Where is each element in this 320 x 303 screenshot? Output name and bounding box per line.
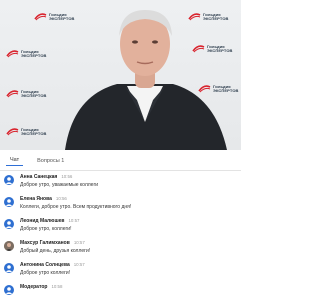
- message-text: Доброе утро коллеги!: [20, 270, 71, 276]
- chat-tabs: Чат Вопросы 1: [0, 151, 241, 171]
- message-text: Коллеги, доброе утро. Всем продуктивного…: [20, 204, 132, 210]
- message-text: Доброе утро, коллеги!: [20, 226, 72, 232]
- user-icon: [4, 285, 14, 295]
- message-time: 10:57: [68, 218, 80, 223]
- logo-mark-icon: [34, 13, 47, 21]
- chat-message: Анна Санецкая 10:56 Доброе утро, уважаемы…: [4, 173, 238, 193]
- chat-feed[interactable]: Анна Санецкая 10:56 Доброе утро, уважаемы…: [0, 173, 241, 302]
- message-author: Елена Янова 10:56: [20, 196, 67, 202]
- message-time: 10:57: [73, 262, 85, 267]
- user-icon: [4, 197, 14, 207]
- brand-logo: Гильдия ЭКСПЕРТОВ: [6, 127, 47, 137]
- message-author: Антонина Солнцева 10:57: [20, 262, 85, 268]
- chat-message: Махсур Галимханов 10:57 Добрый день, друз…: [4, 239, 238, 259]
- message-time: 10:56: [55, 196, 67, 201]
- brand-logo: Гильдия ЭКСПЕРТОВ: [6, 89, 47, 99]
- user-photo-avatar: [4, 241, 14, 251]
- user-icon: [4, 219, 14, 229]
- logo-mark-icon: [6, 128, 19, 136]
- tab-questions[interactable]: Вопросы 1: [33, 156, 68, 166]
- message-author: Леонид Малюшев 10:57: [20, 218, 80, 224]
- chat-message: Елена Янова 10:56 Коллеги, доброе утро. В…: [4, 195, 238, 215]
- logo-mark-icon: [6, 90, 19, 98]
- message-author: Махсур Галимханов 10:57: [20, 240, 85, 246]
- message-text: Добрый день, друзья коллеги!: [20, 248, 91, 254]
- chat-message: Антонина Солнцева 10:57 Доброе утро колле…: [4, 261, 238, 281]
- chat-message: Модератор 10:58: [4, 283, 238, 303]
- chat-message: Леонид Малюшев 10:57 Доброе утро, коллеги…: [4, 217, 238, 237]
- message-time: 10:58: [51, 284, 63, 289]
- brand-logo: Гильдия ЭКСПЕРТОВ: [6, 49, 47, 59]
- user-icon: [4, 175, 14, 185]
- presenter-figure: [55, 4, 235, 150]
- message-author: Анна Санецкая 10:56: [20, 174, 73, 180]
- questions-count-badge: 1: [61, 157, 65, 164]
- message-author: Модератор 10:58: [20, 284, 63, 290]
- user-icon: [4, 263, 14, 273]
- message-time: 10:56: [61, 174, 73, 179]
- video-player[interactable]: Гильдия ЭКСПЕРТОВ Гильдия ЭКСПЕРТОВ Гиль…: [0, 0, 241, 150]
- tab-chat[interactable]: Чат: [6, 155, 24, 166]
- logo-mark-icon: [6, 50, 19, 58]
- message-time: 10:57: [73, 240, 85, 245]
- message-text: Доброе утро, уважаемые коллеги: [20, 182, 99, 188]
